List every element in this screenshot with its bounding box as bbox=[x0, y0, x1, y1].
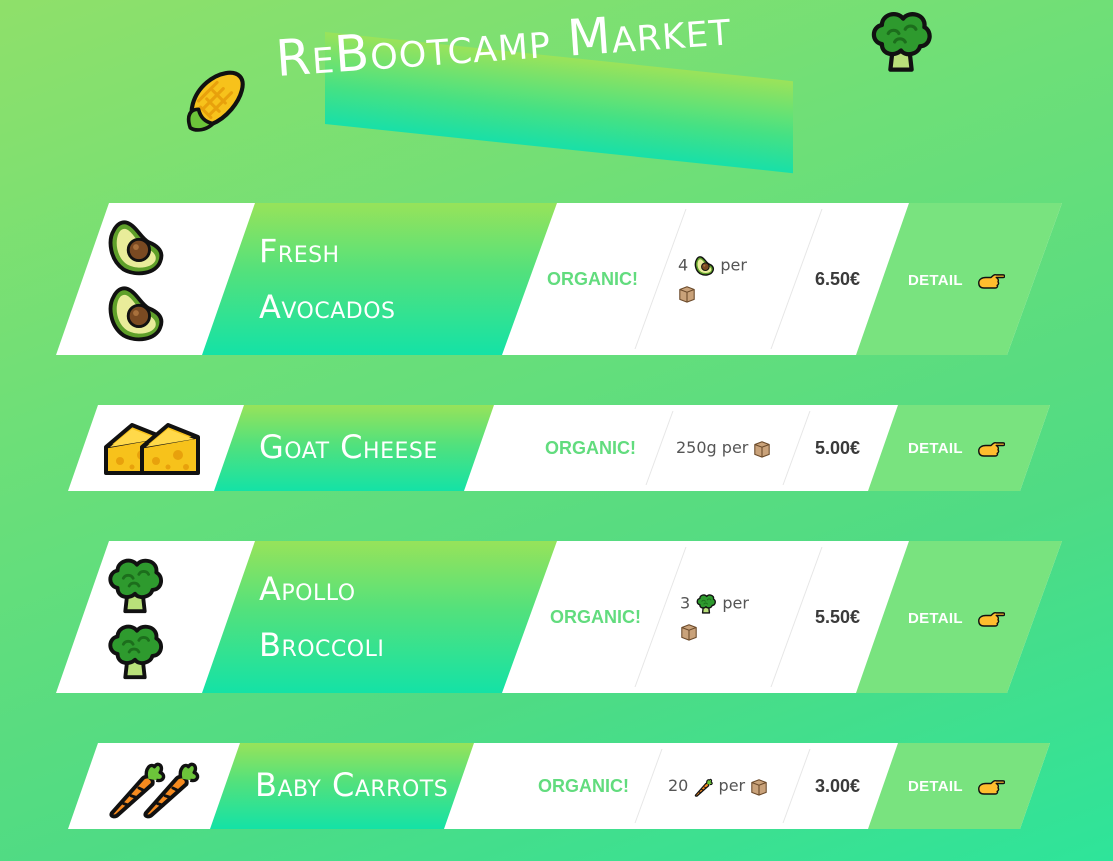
avocado-icon bbox=[693, 255, 715, 277]
product-name: Baby Carrots bbox=[255, 766, 449, 804]
product-card-goat-cheese: Goat Cheese ORGANIC! 250g per 5.00€ DETA… bbox=[68, 405, 1050, 491]
box-icon bbox=[680, 623, 698, 641]
detail-label: DETAIL bbox=[908, 440, 963, 457]
pointing-hand-icon bbox=[977, 272, 1005, 290]
pointing-hand-icon bbox=[977, 610, 1005, 628]
product-card-baby-carrots: Baby Carrots ORGANIC! 20 per 3.00€ DETAI… bbox=[68, 743, 1050, 829]
organic-tag: ORGANIC! bbox=[550, 607, 641, 627]
detail-button[interactable]: DETAIL bbox=[908, 778, 1005, 796]
avocado-icon bbox=[104, 283, 166, 345]
product-card-avocados: Fresh Avocados ORGANIC! 4 per 6.50€ DETA… bbox=[56, 203, 1062, 355]
price: 6.50€ bbox=[815, 269, 861, 289]
broccoli-icon bbox=[104, 621, 166, 683]
organic-tag: ORGANIC! bbox=[538, 776, 629, 796]
cheese-icon bbox=[138, 417, 202, 481]
header: ReBootcamp Market bbox=[0, 0, 1113, 174]
pointing-hand-icon bbox=[977, 778, 1005, 796]
product-name: Fresh Avocados bbox=[259, 232, 396, 326]
detail-label: DETAIL bbox=[908, 610, 963, 627]
product-name: Apollo Broccoli bbox=[259, 570, 385, 664]
unit-info: 3 per bbox=[680, 593, 749, 641]
broccoli-icon bbox=[866, 8, 936, 76]
detail-button[interactable]: DETAIL bbox=[908, 272, 1005, 290]
detail-button[interactable]: DETAIL bbox=[908, 440, 1005, 458]
price: 5.50€ bbox=[815, 607, 861, 627]
detail-label: DETAIL bbox=[908, 272, 963, 289]
box-icon bbox=[753, 440, 771, 458]
pointing-hand-icon bbox=[977, 440, 1005, 458]
price: 3.00€ bbox=[815, 776, 861, 796]
box-icon bbox=[750, 778, 768, 796]
price: 5.00€ bbox=[815, 438, 861, 458]
organic-tag: ORGANIC! bbox=[545, 438, 636, 458]
box-icon bbox=[678, 285, 696, 303]
detail-button[interactable]: DETAIL bbox=[908, 610, 1005, 628]
product-card-broccoli: Apollo Broccoli ORGANIC! 3 per 5.50€ DET… bbox=[56, 541, 1062, 693]
avocado-icon bbox=[104, 217, 166, 279]
unit-info: 20 per bbox=[668, 776, 768, 797]
detail-label: DETAIL bbox=[908, 778, 963, 795]
unit-info: 4 per bbox=[678, 255, 747, 303]
carrot-icon bbox=[138, 757, 200, 819]
product-name: Goat Cheese bbox=[259, 428, 438, 466]
broccoli-icon bbox=[695, 593, 717, 615]
corn-icon bbox=[180, 68, 250, 134]
carrot-icon bbox=[693, 777, 713, 797]
unit-info: 250g per bbox=[676, 438, 771, 458]
organic-tag: ORGANIC! bbox=[547, 269, 638, 289]
broccoli-icon bbox=[104, 555, 166, 617]
